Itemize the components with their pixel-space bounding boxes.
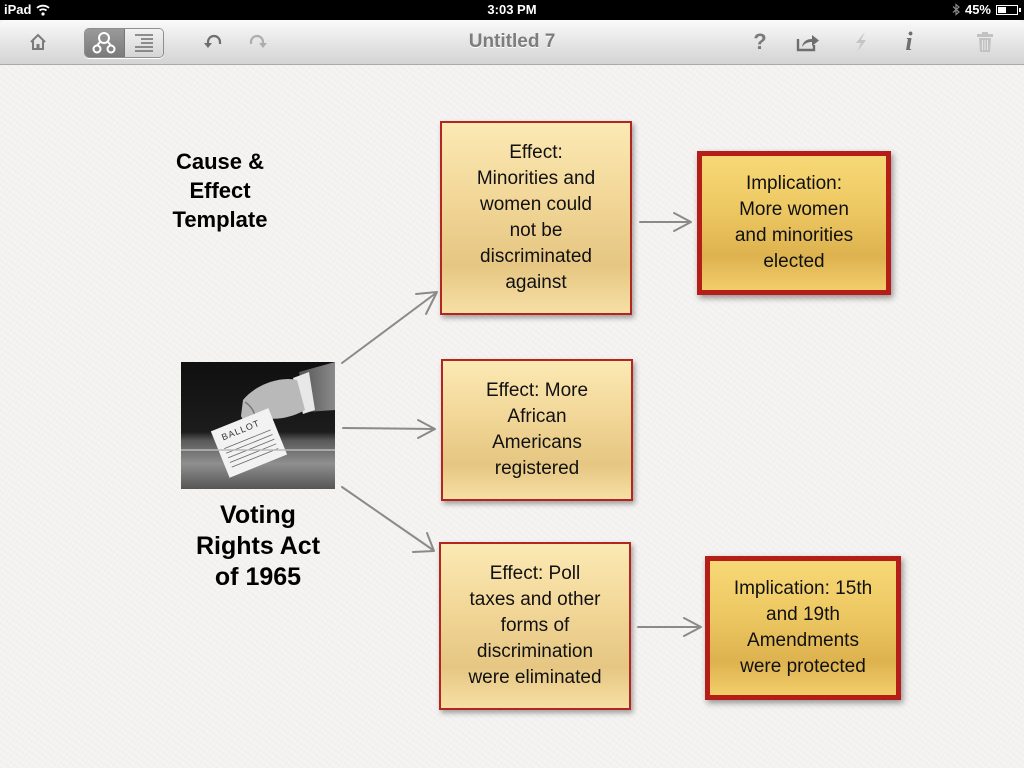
document-title[interactable]: Untitled 7	[469, 31, 556, 52]
outline-view-icon	[134, 34, 153, 52]
box-line: were protected	[740, 656, 866, 677]
ballot-image: BALLOT	[181, 362, 335, 489]
box-line: not be	[509, 220, 563, 241]
redo-icon	[249, 34, 267, 48]
box-line: Effect: Poll	[489, 563, 581, 584]
info-icon: i	[905, 27, 913, 56]
box-line: and 19th	[766, 604, 840, 625]
heading-line: Effect	[189, 178, 251, 203]
box-line: Effect: More	[485, 380, 589, 401]
cause-title-line: Rights Act	[195, 532, 321, 560]
info-button[interactable]: i	[898, 27, 920, 56]
box-line: Minorities and	[476, 168, 596, 189]
effect-box-3[interactable]: Effect: Poll taxes and other forms of di…	[439, 542, 631, 710]
action-button[interactable]	[850, 28, 872, 56]
battery-icon	[996, 4, 1021, 15]
heading-line: Cause &	[175, 149, 265, 174]
diagram-view-icon	[92, 32, 116, 54]
effect-box-2[interactable]: Effect: More African Americans registere…	[441, 359, 633, 501]
delete-button[interactable]	[974, 28, 996, 56]
box-line: African	[507, 406, 567, 427]
bluetooth-icon	[952, 3, 960, 16]
clock: 3:03 PM	[487, 2, 537, 17]
lightning-icon	[856, 32, 866, 52]
template-heading[interactable]: Cause & Effect Template	[150, 147, 290, 234]
effect-box-1[interactable]: Effect: Minorities and women could not b…	[440, 121, 632, 315]
view-mode-toggle[interactable]	[84, 28, 164, 58]
home-button[interactable]	[26, 28, 50, 56]
undo-icon	[204, 34, 222, 48]
implication-box-2[interactable]: Implication: 15th and 19th Amendments we…	[705, 556, 901, 700]
box-line: Implication: 15th	[733, 578, 873, 599]
box-line: taxes and other	[469, 589, 601, 610]
box-line: More women	[739, 199, 849, 220]
status-bar: iPad 3:03 PM 45%	[0, 0, 1024, 20]
redo-button[interactable]	[245, 28, 269, 56]
battery-fill	[998, 6, 1006, 13]
cause-title-line: of 1965	[214, 563, 302, 591]
heading-line: Template	[172, 207, 268, 232]
box-line: Effect:	[509, 142, 563, 163]
box-line: and minorities	[734, 225, 854, 246]
implication-box-1[interactable]: Implication: More women and minorities e…	[697, 151, 891, 295]
box-line: Americans	[492, 432, 582, 453]
trash-icon	[977, 32, 993, 52]
box-line: registered	[494, 458, 580, 479]
box-line: against	[505, 272, 567, 293]
box-line: forms of	[500, 615, 570, 636]
diagram-view-button[interactable]	[85, 29, 125, 57]
share-icon	[796, 35, 819, 52]
box-line: discriminated	[480, 246, 592, 267]
outline-view-button[interactable]	[124, 29, 163, 57]
box-line: were eliminated	[468, 667, 602, 688]
box-line: women could	[480, 194, 592, 215]
help-icon: ?	[753, 29, 767, 54]
battery-percent: 45%	[964, 2, 991, 17]
undo-button[interactable]	[202, 28, 226, 56]
box-line: elected	[763, 251, 825, 272]
box-line: Amendments	[747, 630, 859, 651]
help-button[interactable]: ?	[748, 28, 772, 56]
toolbar: Untitled 7 ? i	[0, 20, 1024, 68]
cause-title-line: Voting	[220, 501, 296, 529]
cause-title[interactable]: Voting Rights Act of 1965	[172, 500, 344, 593]
box-line: Implication:	[745, 173, 843, 194]
ballot-photo[interactable]: BALLOT	[181, 362, 335, 489]
box-line: discrimination	[476, 641, 594, 662]
home-icon	[30, 33, 46, 50]
share-button[interactable]	[795, 28, 821, 56]
